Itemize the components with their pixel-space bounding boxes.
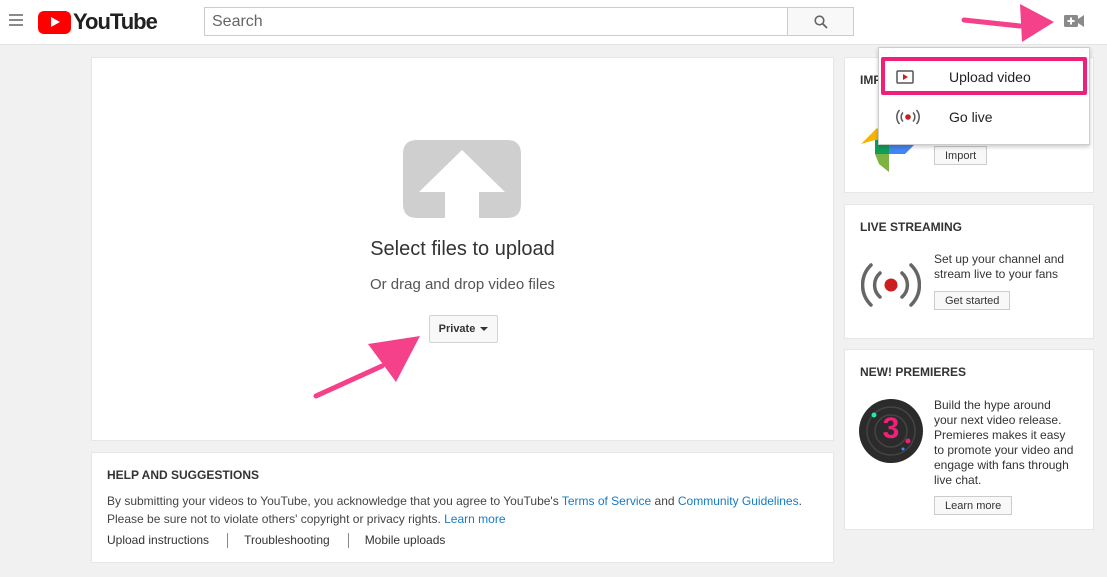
learn-more-link[interactable]: Learn more	[444, 512, 505, 526]
menu-item-go-live[interactable]: Go live	[879, 99, 1089, 135]
upload-subtitle: Or drag and drop video files	[369, 276, 556, 293]
menu-icon[interactable]	[9, 14, 23, 28]
privacy-label: Private	[438, 323, 476, 335]
youtube-logo[interactable]: YouTube	[38, 9, 158, 34]
help-links: Upload instructions Troubleshooting Mobi…	[107, 533, 445, 548]
top-bar: YouTube	[0, 0, 1107, 45]
menu-item-label: Go live	[949, 109, 993, 125]
create-dropdown-menu: Upload video Go live	[878, 47, 1090, 145]
create-video-icon[interactable]	[1064, 13, 1084, 29]
upload-video-icon	[896, 70, 914, 84]
get-started-button[interactable]: Get started	[934, 291, 1011, 310]
mobile-uploads-link[interactable]: Mobile uploads	[365, 533, 446, 548]
live-broadcast-icon	[861, 263, 921, 307]
search-input[interactable]	[204, 7, 788, 36]
countdown-number: 3	[882, 412, 900, 445]
upload-title: Select files to upload	[370, 238, 555, 260]
upload-panel[interactable]: Select files to upload Or drag and drop …	[91, 57, 834, 441]
help-text-part: By submitting your videos to YouTube, yo…	[107, 494, 562, 508]
upload-arrow-icon[interactable]	[403, 140, 521, 218]
menu-item-label: Upload video	[949, 69, 1031, 85]
premieres-card: NEW! PREMIERES 3 Build the hype around y…	[844, 349, 1094, 530]
premieres-icon: 3	[859, 399, 923, 463]
privacy-dropdown[interactable]: Private	[429, 315, 498, 343]
troubleshooting-link[interactable]: Troubleshooting	[244, 533, 330, 548]
premieres-title: NEW! PREMIERES	[860, 365, 967, 379]
divider	[227, 533, 229, 548]
premieres-text: Build the hype around your next video re…	[934, 398, 1074, 487]
upload-instructions-link[interactable]: Upload instructions	[107, 533, 209, 548]
go-live-icon	[896, 109, 920, 125]
live-streaming-title: LIVE STREAMING	[860, 220, 963, 234]
help-panel: HELP AND SUGGESTIONS By submitting your …	[91, 452, 834, 563]
divider	[347, 533, 349, 548]
help-text: By submitting your videos to YouTube, yo…	[107, 492, 817, 528]
search-button[interactable]	[787, 7, 854, 36]
caret-down-icon	[480, 327, 489, 331]
live-streaming-card: LIVE STREAMING Set up your channel and s…	[844, 204, 1094, 339]
help-title: HELP AND SUGGESTIONS	[107, 468, 260, 482]
help-text-part: and	[651, 494, 678, 508]
youtube-play-icon	[38, 10, 71, 34]
terms-of-service-link[interactable]: Terms of Service	[562, 494, 651, 508]
search-icon	[814, 15, 828, 29]
live-streaming-text: Set up your channel and stream live to y…	[934, 252, 1065, 281]
logo-text: YouTube	[73, 9, 158, 34]
learn-more-button[interactable]: Learn more	[934, 496, 1013, 515]
import-button[interactable]: Import	[934, 146, 988, 165]
community-guidelines-link[interactable]: Community Guidelines	[678, 494, 799, 508]
menu-item-upload-video[interactable]: Upload video	[879, 59, 1089, 95]
